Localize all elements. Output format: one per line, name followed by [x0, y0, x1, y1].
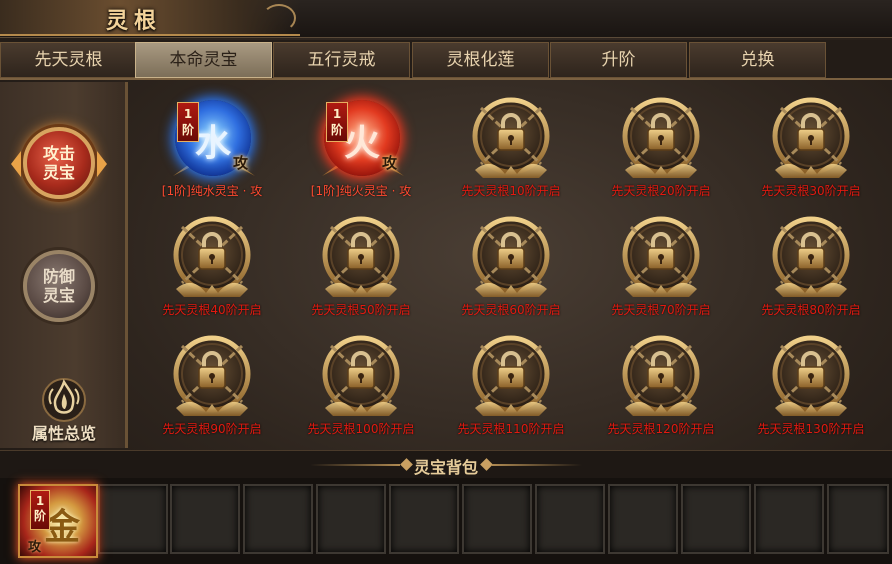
- overview-label: 属性总览: [31, 424, 96, 443]
- bag-cell[interactable]: [98, 484, 168, 554]
- slot-label: 先天灵根90阶开启: [162, 422, 262, 436]
- window-title: 灵根: [106, 8, 163, 34]
- sidebar: 攻击 灵宝 防御 灵宝 属性总览: [0, 82, 128, 448]
- chained-lock-icon: [772, 216, 850, 297]
- slot-label: 先天灵根40阶开启: [162, 303, 262, 317]
- tier-badge: 1阶: [30, 490, 50, 530]
- tab-natal-treasure[interactable]: 本命灵宝: [135, 42, 272, 78]
- slot-label: 先天灵根100阶开启: [307, 422, 415, 436]
- chained-lock-icon: [472, 216, 550, 297]
- slot-label: 先天灵根10阶开启: [461, 184, 561, 198]
- slot-label: 先天灵根130阶开启: [757, 422, 865, 436]
- attribute-overview-button[interactable]: 属性总览: [10, 374, 118, 444]
- locked-slot[interactable]: 先天灵根110阶开启: [436, 326, 586, 446]
- locked-slot[interactable]: 先天灵根90阶开启: [137, 326, 287, 446]
- bag-cell[interactable]: [243, 484, 313, 554]
- slot-label: [1阶]纯水灵宝 · 攻: [161, 184, 263, 198]
- chained-lock-icon: [173, 335, 251, 416]
- bag-cell[interactable]: [754, 484, 824, 554]
- attack-tag: 攻: [233, 154, 249, 172]
- locked-slot[interactable]: 先天灵根50阶开启: [286, 207, 436, 327]
- defense-line1: 防御: [42, 267, 75, 286]
- bag-cell[interactable]: [462, 484, 532, 554]
- bag-cell[interactable]: [389, 484, 459, 554]
- locked-slot[interactable]: 先天灵根80阶开启: [736, 207, 886, 327]
- attack-line1: 攻击: [42, 144, 75, 163]
- treasure-grid: 水 1阶 攻 [1阶]纯水灵宝 · 攻 火 1阶 攻 [1阶]纯火灵宝 · 攻: [131, 82, 892, 448]
- treasure-slot-water[interactable]: 水 1阶 攻 [1阶]纯水灵宝 · 攻: [137, 88, 287, 208]
- slot-label: [1阶]纯火灵宝 · 攻: [310, 184, 412, 198]
- locked-slot[interactable]: 先天灵根130阶开启: [736, 326, 886, 446]
- slot-label: 先天灵根80阶开启: [761, 303, 861, 317]
- bag-title: 灵宝背包: [413, 458, 478, 477]
- chained-lock-icon: [622, 97, 700, 178]
- tab-exchange[interactable]: 兑换: [689, 42, 826, 78]
- locked-slot[interactable]: 先天灵根40阶开启: [137, 207, 287, 327]
- chained-lock-icon: [173, 216, 251, 297]
- bag-header: 灵宝背包: [0, 450, 892, 478]
- locked-slot[interactable]: 先天灵根10阶开启: [436, 88, 586, 208]
- chained-lock-icon: [622, 335, 700, 416]
- defense-treasure-button[interactable]: 防御 灵宝: [23, 250, 95, 322]
- tier-badge: 1阶: [177, 102, 199, 142]
- locked-slot[interactable]: 先天灵根30阶开启: [736, 88, 886, 208]
- chained-lock-icon: [472, 97, 550, 178]
- slot-label: 先天灵根60阶开启: [461, 303, 561, 317]
- flame-emblem-icon: [42, 378, 86, 422]
- slot-label: 先天灵根70阶开启: [611, 303, 711, 317]
- tier-badge: 1阶: [326, 102, 348, 142]
- bag-cell[interactable]: [827, 484, 889, 554]
- slot-label: 先天灵根50阶开启: [311, 303, 411, 317]
- locked-slot[interactable]: 先天灵根120阶开启: [586, 326, 736, 446]
- slot-label: 先天灵根20阶开启: [611, 184, 711, 198]
- tab-five-element-ring[interactable]: 五行灵戒: [273, 42, 410, 78]
- tab-ascend[interactable]: 升阶: [550, 42, 687, 78]
- attack-tag: 攻: [382, 154, 398, 172]
- bag-cell[interactable]: [316, 484, 386, 554]
- bag-cell[interactable]: [170, 484, 240, 554]
- locked-slot[interactable]: 先天灵根20阶开启: [586, 88, 736, 208]
- chained-lock-icon: [472, 335, 550, 416]
- locked-slot[interactable]: 先天灵根100阶开启: [286, 326, 436, 446]
- defense-line2: 灵宝: [42, 286, 75, 305]
- treasure-slot-fire[interactable]: 火 1阶 攻 [1阶]纯火灵宝 · 攻: [286, 88, 436, 208]
- attack-treasure-button[interactable]: 攻击 灵宝: [23, 127, 95, 199]
- attack-tag: 攻: [28, 540, 42, 555]
- locked-slot[interactable]: 先天灵根70阶开启: [586, 207, 736, 327]
- tab-innate-spirit-root[interactable]: 先天灵根: [0, 42, 137, 78]
- bag-slots: [0, 478, 892, 564]
- chained-lock-icon: [772, 335, 850, 416]
- bag-cell[interactable]: [535, 484, 605, 554]
- slot-label: 先天灵根30阶开启: [761, 184, 861, 198]
- attack-line2: 灵宝: [42, 163, 75, 182]
- bag-cell[interactable]: [608, 484, 678, 554]
- divider-ornament: [492, 464, 582, 466]
- slot-label: 先天灵根110阶开启: [457, 422, 565, 436]
- chained-lock-icon: [622, 216, 700, 297]
- bag-item-metal-treasure[interactable]: 金 1阶 攻: [18, 484, 98, 558]
- spirit-root-window: 灵根 先天灵根 本命灵宝 五行灵戒 灵根化莲 升阶 兑换 攻击 灵宝 防御 灵宝 属…: [0, 0, 892, 564]
- tab-root-lotus[interactable]: 灵根化莲: [412, 42, 549, 78]
- chained-lock-icon: [322, 335, 400, 416]
- title-bar: 灵根: [0, 0, 892, 38]
- bag-cell[interactable]: [681, 484, 751, 554]
- tab-bar: 先天灵根 本命灵宝 五行灵戒 灵根化莲 升阶 兑换: [0, 40, 892, 80]
- chained-lock-icon: [322, 216, 400, 297]
- locked-slot[interactable]: 先天灵根60阶开启: [436, 207, 586, 327]
- chained-lock-icon: [772, 97, 850, 178]
- slot-label: 先天灵根120阶开启: [607, 422, 715, 436]
- title-swirl-ornament-icon: [262, 4, 296, 32]
